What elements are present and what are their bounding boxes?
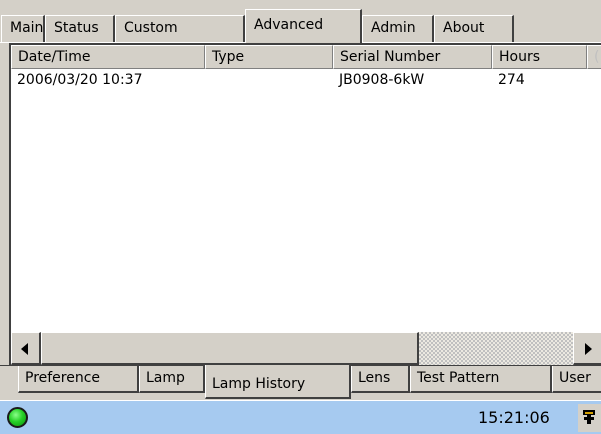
tab-lamp-history[interactable]: Lamp History — [205, 365, 351, 399]
list-rows: 2006/03/20 10:37 JB0908-6kW 274 — [11, 69, 601, 91]
column-header-datetime[interactable]: Date/Time — [11, 45, 205, 69]
tab-lamp[interactable]: Lamp — [139, 366, 205, 393]
main-tab-strip: Main Status Custom Advanced Admin About — [0, 0, 601, 43]
cell-serial-number: JB0908-6kW — [339, 72, 425, 88]
cell-type — [205, 69, 211, 91]
table-row[interactable]: 2006/03/20 10:37 JB0908-6kW 274 — [11, 69, 601, 91]
arrow-left-icon — [21, 343, 28, 355]
tab-lens[interactable]: Lens — [351, 366, 410, 393]
scroll-right-button[interactable] — [573, 332, 601, 365]
arrow-right-icon — [585, 343, 592, 355]
tools-icon[interactable] — [578, 404, 601, 432]
tab-about[interactable]: About — [434, 15, 514, 42]
column-header-type[interactable]: Type — [205, 45, 333, 69]
scrollbar-track[interactable] — [419, 332, 573, 365]
cell-hours: 274 — [498, 72, 525, 88]
column-header-hours[interactable]: Hours — [492, 45, 587, 69]
tab-main[interactable]: Main — [1, 15, 45, 42]
tab-admin[interactable]: Admin — [362, 15, 434, 42]
clock: 15:21:06 — [478, 408, 550, 427]
scroll-left-button[interactable] — [11, 332, 41, 365]
status-indicator-icon — [7, 407, 28, 428]
tab-advanced[interactable]: Advanced — [245, 9, 362, 43]
tab-status[interactable]: Status — [45, 15, 115, 42]
tab-custom[interactable]: Custom — [115, 15, 245, 42]
tab-test-pattern[interactable]: Test Pattern — [410, 366, 552, 393]
column-header-extra[interactable]: ( — [587, 45, 601, 69]
scrollbar-thumb[interactable] — [41, 332, 419, 365]
sub-tab-strip: Preference Lamp Lamp History Lens Test P… — [0, 365, 601, 400]
cell-datetime: 2006/03/20 10:37 — [17, 72, 143, 88]
lamp-history-list[interactable]: Date/Time Type Serial Number Hours ( 200… — [9, 43, 601, 365]
status-bar: 15:21:06 — [0, 400, 601, 434]
list-header: Date/Time Type Serial Number Hours ( — [11, 45, 601, 69]
horizontal-scrollbar[interactable] — [11, 332, 601, 365]
column-header-serial-number[interactable]: Serial Number — [333, 45, 492, 69]
tab-preference[interactable]: Preference — [18, 366, 139, 393]
tab-user[interactable]: User — [552, 366, 601, 393]
